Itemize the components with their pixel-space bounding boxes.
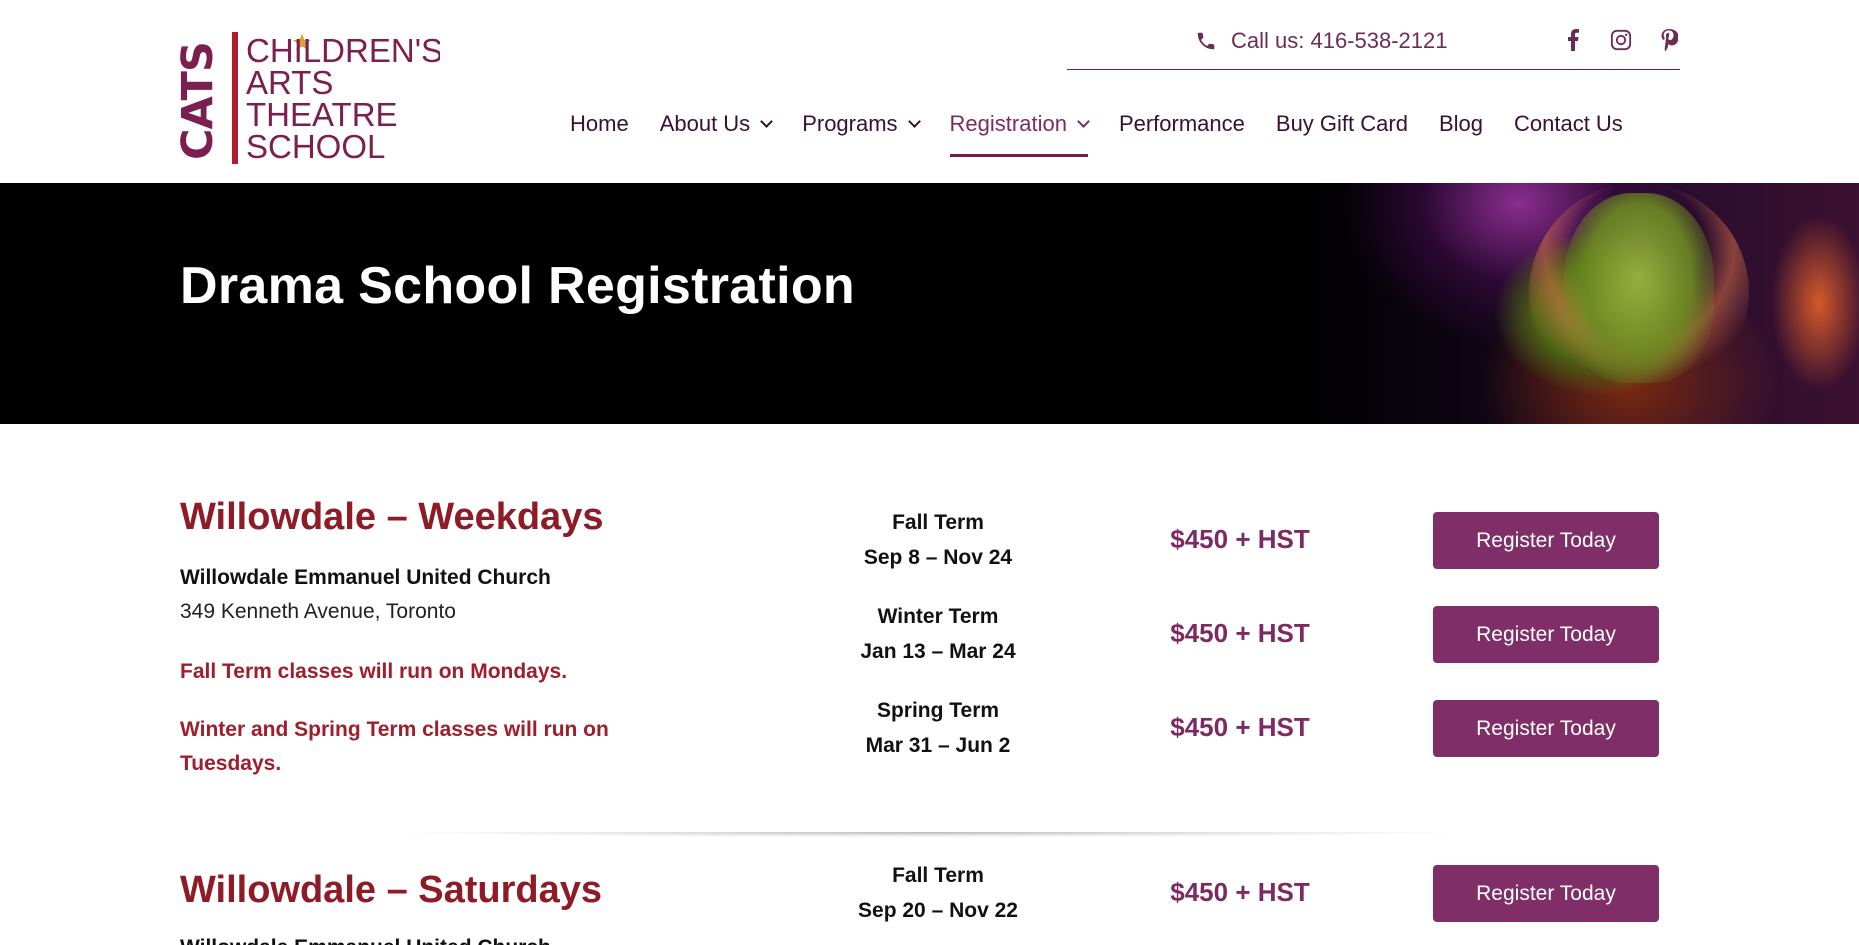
term-price: $450 + HST	[1170, 524, 1310, 554]
nav-item-blog[interactable]: Blog	[1439, 104, 1483, 144]
term-dates: Sep 20 – Nov 22	[858, 899, 1018, 922]
term-name: Fall Term	[892, 864, 984, 887]
term-info: Spring Term Mar 31 – Jun 2	[838, 693, 1038, 763]
term-dates: Sep 8 – Nov 24	[863, 546, 1013, 569]
term-dates: Jan 13 – Mar 24	[860, 640, 1016, 663]
nav-label: Performance	[1118, 111, 1245, 136]
nav-item-programs[interactable]: Programs	[802, 104, 921, 144]
term-name: Winter Term	[877, 605, 999, 628]
nav-label: Registration	[949, 111, 1067, 136]
nav-label: Buy Gift Card	[1275, 111, 1408, 136]
location-title-weekdays: Willowdale – Weekdays	[180, 496, 604, 538]
term-info: Winter Term Jan 13 – Mar 24	[838, 599, 1038, 669]
phone-icon	[1197, 32, 1215, 50]
term-dates: Mar 31 – Jun 2	[865, 734, 1011, 757]
page-title: Drama School Registration	[180, 257, 855, 315]
nav-label: Home	[570, 111, 629, 136]
hero-photo-face	[1564, 193, 1714, 383]
logo-mark: CATS	[180, 42, 223, 160]
nav-item-home[interactable]: Home	[570, 104, 629, 144]
nav-item-registration[interactable]: Registration	[949, 104, 1090, 157]
register-button[interactable]: Register Today	[1433, 512, 1659, 569]
venue-name: Willowdale Emmanuel United Church	[180, 566, 551, 589]
register-button[interactable]: Register Today	[1433, 865, 1659, 922]
chevron-down-icon	[1077, 115, 1090, 128]
phone-label: Call us: 416-538-2121	[1231, 28, 1448, 53]
chevron-down-icon	[760, 115, 774, 128]
term-price: $450 + HST	[1170, 618, 1310, 648]
term-info: Fall Term Sep 20 – Nov 22	[838, 858, 1038, 928]
facebook-icon[interactable]	[1562, 28, 1584, 52]
nav-item-buy-gift-card[interactable]: Buy Gift Card	[1276, 104, 1408, 144]
register-button[interactable]: Register Today	[1433, 606, 1659, 663]
register-button[interactable]: Register Today	[1433, 700, 1659, 757]
nav-item-about-us[interactable]: About Us	[659, 104, 774, 144]
header-topbar: Call us: 416-538-2121	[1067, 22, 1680, 70]
nav-label: Blog	[1438, 111, 1483, 136]
logo-line-4: SCHOOL	[246, 128, 385, 165]
logo-graphic: CATS CHILDREN'S ARTS THEATRE SCHOOL	[180, 32, 440, 165]
location-title-saturdays: Willowdale – Saturdays	[180, 869, 603, 911]
venue-address: 349 Kenneth Avenue, Toronto	[180, 600, 456, 623]
schedule-note: Winter and Spring Term classes will run …	[180, 718, 609, 775]
nav-item-performance[interactable]: Performance	[1119, 104, 1245, 144]
nav-label: Contact Us	[1513, 111, 1623, 136]
chevron-down-icon	[907, 115, 921, 128]
schedule-note: Fall Term classes will run on Mondays.	[180, 660, 568, 683]
nav-label: About Us	[659, 111, 751, 136]
term-name: Fall Term	[892, 511, 984, 534]
site-header: CATS CHILDREN'S ARTS THEATRE SCHOOL Call…	[0, 0, 1859, 183]
social-links	[1562, 28, 1680, 52]
nav-item-contact-us[interactable]: Contact Us	[1514, 104, 1623, 144]
term-info: Fall Term Sep 8 – Nov 24	[838, 505, 1038, 575]
term-price: $450 + HST	[1170, 712, 1310, 742]
site-logo[interactable]: CATS CHILDREN'S ARTS THEATRE SCHOOL	[180, 30, 440, 166]
phone-link[interactable]: Call us: 416-538-2121	[1195, 28, 1447, 54]
term-name: Spring Term	[876, 699, 1000, 722]
nav-label: Programs	[802, 111, 898, 136]
section-divider	[330, 832, 1530, 838]
venue-name: Willowdale Emmanuel United Church	[180, 936, 551, 945]
logo-divider-bar	[232, 32, 238, 164]
main-nav: Home About Us Programs Registration Perf…	[570, 104, 1623, 160]
instagram-icon[interactable]	[1610, 28, 1632, 52]
hero-banner: Drama School Registration	[0, 183, 1859, 424]
term-price: $450 + HST	[1170, 877, 1310, 907]
pinterest-icon[interactable]	[1658, 28, 1680, 52]
